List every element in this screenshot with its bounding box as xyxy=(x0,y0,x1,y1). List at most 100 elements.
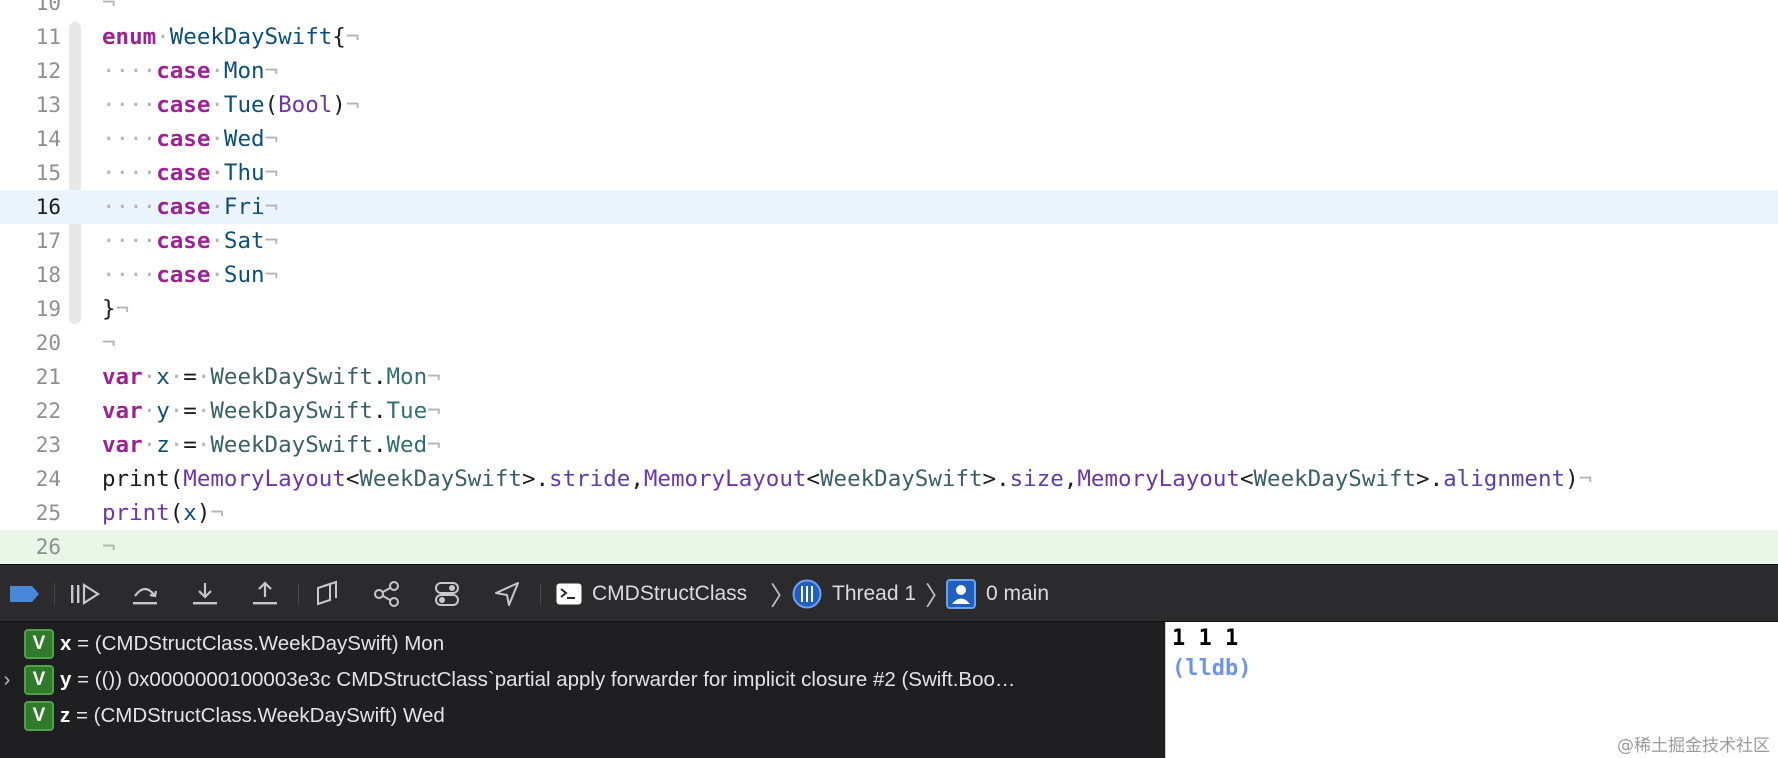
code-token: y xyxy=(156,398,170,424)
code-line[interactable]: 14 ····case·Wed¬ xyxy=(0,122,1778,156)
code-token: >. xyxy=(982,466,1010,492)
code-text[interactable]: ····case·Sun¬ xyxy=(102,258,278,292)
code-line[interactable]: 20 ¬ xyxy=(0,326,1778,360)
console-pane[interactable]: 1 1 1 (lldb) @稀土掘金技术社区 xyxy=(1165,622,1778,758)
line-number[interactable]: 16 xyxy=(0,190,61,224)
variable-value: = (CMDStructClass.WeekDaySwift) Wed xyxy=(70,704,445,727)
line-number[interactable]: 13 xyxy=(0,88,61,122)
code-token: WeekDaySwift xyxy=(359,466,522,492)
code-token: ¬ xyxy=(427,398,441,424)
code-line[interactable]: 16 ····case·Fri¬ xyxy=(0,190,1778,224)
source-editor[interactable]: 10 ¬ 11 enum·WeekDaySwift{¬ 12 ····case·Mon¬ 1… xyxy=(0,0,1778,564)
variable-row[interactable]: Vz = (CMDStructClass.WeekDaySwift) Wed xyxy=(0,698,1165,734)
code-line[interactable]: 23 var·z·=·WeekDaySwift.Wed¬ xyxy=(0,428,1778,462)
line-number[interactable]: 25 xyxy=(0,496,61,530)
code-line[interactable]: 25 print(x)¬ xyxy=(0,496,1778,530)
code-token: print xyxy=(102,500,170,526)
step-into-icon[interactable] xyxy=(190,565,220,623)
continue-icon[interactable] xyxy=(68,565,102,623)
line-number[interactable]: 15 xyxy=(0,156,61,190)
code-text[interactable]: ¬ xyxy=(102,530,116,564)
code-line[interactable]: 19 }¬ xyxy=(0,292,1778,326)
code-token: alignment xyxy=(1443,466,1566,492)
code-line[interactable]: 12 ····case·Mon¬ xyxy=(0,54,1778,88)
code-token: · xyxy=(210,228,224,254)
line-number[interactable]: 17 xyxy=(0,224,61,258)
code-token: = xyxy=(183,432,197,458)
disclosure-chevron-icon[interactable]: › xyxy=(0,669,14,692)
code-token: ¬ xyxy=(210,500,224,526)
code-token: · xyxy=(210,126,224,152)
code-line[interactable]: 10 ¬ xyxy=(0,0,1778,20)
code-line[interactable]: 17 ····case·Sat¬ xyxy=(0,224,1778,258)
line-number[interactable]: 21 xyxy=(0,360,61,394)
code-line[interactable]: 26 ¬ xyxy=(0,530,1778,564)
step-over-icon[interactable] xyxy=(130,565,160,623)
line-number[interactable]: 24 xyxy=(0,462,61,496)
breakpoints-toggle-icon[interactable] xyxy=(8,565,40,623)
variable-value: = (CMDStructClass.WeekDaySwift) Mon xyxy=(71,632,445,655)
code-token: · xyxy=(142,432,157,458)
line-number[interactable]: 11 xyxy=(0,20,61,54)
code-text[interactable]: print(MemoryLayout<WeekDaySwift>.stride,… xyxy=(102,462,1592,496)
code-token: case xyxy=(156,126,211,152)
code-line[interactable]: 15 ····case·Thu¬ xyxy=(0,156,1778,190)
line-number[interactable]: 23 xyxy=(0,428,61,462)
code-line[interactable]: 11 enum·WeekDaySwift{¬ xyxy=(0,20,1778,54)
code-token: · xyxy=(210,160,224,186)
code-text[interactable]: var·z·=·WeekDaySwift.Wed¬ xyxy=(102,428,441,462)
line-number[interactable]: 22 xyxy=(0,394,61,428)
line-number[interactable]: 12 xyxy=(0,54,61,88)
line-number[interactable]: 19 xyxy=(0,292,61,326)
code-text[interactable]: ····case·Fri¬ xyxy=(102,190,278,224)
code-token: · xyxy=(169,398,184,424)
variable-kind-badge: V xyxy=(24,701,54,731)
breadcrumb-thread[interactable]: Thread 1 xyxy=(792,565,916,623)
code-text[interactable]: ····case·Wed¬ xyxy=(102,122,278,156)
code-token: case xyxy=(156,92,211,118)
code-token: stride xyxy=(549,466,631,492)
code-line[interactable]: 24 print(MemoryLayout<WeekDaySwift>.strid… xyxy=(0,462,1778,496)
variable-row[interactable]: Vx = (CMDStructClass.WeekDaySwift) Mon xyxy=(0,626,1165,662)
code-token: case xyxy=(156,58,211,84)
code-text[interactable]: ····case·Tue(Bool)¬ xyxy=(102,88,359,122)
breadcrumb-thread-label: Thread 1 xyxy=(832,582,917,605)
line-number[interactable]: 26 xyxy=(0,530,61,564)
code-line[interactable]: 22 var·y·=·WeekDaySwift.Tue¬ xyxy=(0,394,1778,428)
code-text[interactable]: var·y·=·WeekDaySwift.Tue¬ xyxy=(102,394,441,428)
code-text[interactable]: ¬ xyxy=(102,326,116,360)
line-number[interactable]: 14 xyxy=(0,122,61,156)
step-out-icon[interactable] xyxy=(250,565,280,623)
environment-overrides-icon[interactable] xyxy=(432,565,462,623)
code-token: WeekDaySwift xyxy=(1253,466,1417,492)
code-token: · xyxy=(196,432,211,458)
code-text[interactable]: ····case·Sat¬ xyxy=(102,224,278,258)
code-line[interactable]: 13 ····case·Tue(Bool)¬ xyxy=(0,88,1778,122)
line-number[interactable]: 18 xyxy=(0,258,61,292)
debug-view-hierarchy-icon[interactable] xyxy=(312,565,342,623)
line-number[interactable]: 10 xyxy=(0,0,61,20)
code-text[interactable]: enum·WeekDaySwift{¬ xyxy=(102,20,359,54)
code-text[interactable]: var·x·=·WeekDaySwift.Mon¬ xyxy=(102,360,441,394)
code-text[interactable]: ····case·Mon¬ xyxy=(102,54,278,88)
code-token: ¬ xyxy=(264,160,279,186)
code-token: ···· xyxy=(102,262,157,288)
variable-row[interactable]: › Vy = (()) 0x0000000100003e3c CMDStructC… xyxy=(0,662,1165,698)
breadcrumb-target[interactable]: CMDStructClass xyxy=(556,565,747,623)
simulate-location-icon[interactable] xyxy=(492,565,522,623)
code-token: case xyxy=(156,160,211,186)
code-line[interactable]: 18 ····case·Sun¬ xyxy=(0,258,1778,292)
code-text[interactable]: ····case·Thu¬ xyxy=(102,156,278,190)
console-output: 1 1 1 xyxy=(1172,626,1239,651)
code-text[interactable]: print(x)¬ xyxy=(102,496,224,530)
code-token: · xyxy=(169,432,184,458)
code-text[interactable]: }¬ xyxy=(102,292,129,326)
lldb-prompt[interactable]: (lldb) xyxy=(1172,656,1251,681)
code-token: ¬ xyxy=(264,194,279,220)
code-line[interactable]: 21 var·x·=·WeekDaySwift.Mon¬ xyxy=(0,360,1778,394)
code-text[interactable]: ¬ xyxy=(102,0,116,20)
memory-graph-icon[interactable] xyxy=(372,565,402,623)
breadcrumb-frame[interactable]: 0 main xyxy=(946,565,1049,623)
variable-description: z = (CMDStructClass.WeekDaySwift) Wed xyxy=(60,704,445,728)
line-number[interactable]: 20 xyxy=(0,326,61,360)
